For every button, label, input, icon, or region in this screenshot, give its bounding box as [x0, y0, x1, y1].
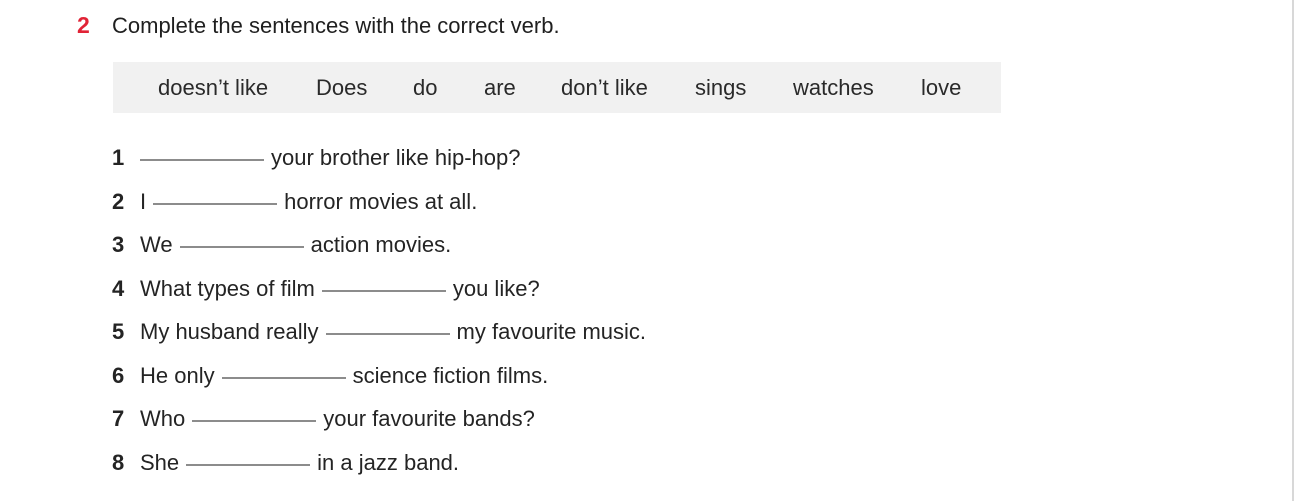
answer-blank[interactable]	[321, 289, 446, 292]
exercise-item-5: 5 My husband really my favourite music.	[112, 319, 646, 349]
word-bank-item: do	[413, 75, 438, 100]
exercise-instruction: Complete the sentences with the correct …	[112, 13, 560, 38]
answer-blank[interactable]	[153, 202, 278, 205]
sentence-after: my favourite music.	[456, 319, 647, 344]
sentence-after: horror movies at all.	[284, 189, 478, 214]
sentence-after: action movies.	[310, 232, 452, 257]
sentence-after: your favourite bands?	[323, 406, 535, 431]
sentence-before: We	[140, 232, 173, 257]
exercise-item-8: 8 She in a jazz band.	[112, 450, 459, 480]
exercise-item-2: 2 I horror movies at all.	[112, 189, 477, 219]
answer-blank[interactable]	[140, 158, 264, 161]
word-bank-item: watches	[793, 75, 874, 100]
exercise-number: 2	[77, 12, 90, 38]
answer-blank[interactable]	[179, 245, 304, 248]
item-number: 3	[112, 232, 125, 257]
word-bank-item: don’t like	[561, 75, 648, 100]
exercise-item-3: 3 We action movies.	[112, 232, 451, 262]
answer-blank[interactable]	[192, 419, 317, 422]
item-number: 4	[112, 276, 125, 301]
sentence-before: My husband really	[140, 319, 319, 344]
sentence-after: your brother like hip-hop?	[271, 145, 521, 170]
sentence-before: I	[140, 189, 147, 214]
word-bank-item: doesn’t like	[158, 75, 269, 100]
item-number: 6	[112, 363, 125, 388]
sentence-before: She	[140, 450, 180, 475]
item-number: 8	[112, 450, 125, 475]
sentence-after: science fiction films.	[352, 363, 549, 388]
sentence-after: you like?	[452, 276, 540, 301]
answer-blank[interactable]	[325, 332, 450, 335]
exercise-item-6: 6 He only science fiction films.	[112, 363, 548, 393]
sentence-before: Who	[140, 406, 186, 431]
item-number: 7	[112, 406, 125, 431]
word-bank-item: love	[921, 75, 962, 100]
item-number: 2	[112, 189, 125, 214]
answer-blank[interactable]	[186, 463, 311, 466]
exercise-item-1: 1 your brother like hip-hop?	[112, 145, 520, 175]
sentence-before: What types of film	[140, 276, 315, 301]
answer-blank[interactable]	[221, 376, 346, 379]
item-number: 1	[112, 145, 125, 170]
exercise-item-7: 7 Who your favourite bands?	[112, 406, 535, 436]
sentence-before: He only	[140, 363, 215, 388]
sentence-after: in a jazz band.	[317, 450, 460, 475]
word-bank-item: are	[484, 75, 516, 100]
word-bank-item: sings	[695, 75, 747, 100]
word-bank-item: Does	[316, 75, 368, 100]
exercise-item-4: 4 What types of film you like?	[112, 276, 540, 306]
item-number: 5	[112, 319, 125, 344]
